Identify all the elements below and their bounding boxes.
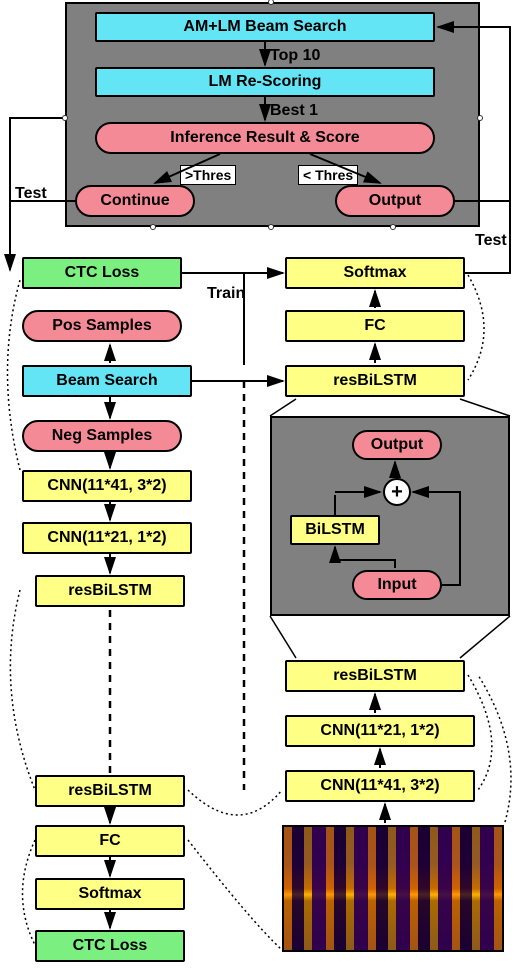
connector-dot: [150, 224, 156, 230]
test2-label: Test: [475, 232, 507, 250]
top10-label: Top 10: [270, 47, 320, 65]
cnn2-left-box: CNN(11*21, 1*2): [22, 522, 192, 554]
connector-dot: [62, 115, 68, 121]
cnn2-right-box: CNN(11*41, 3*2): [285, 770, 475, 802]
lm-rescoring-box: LM Re-Scoring: [95, 67, 435, 97]
test-label: Test: [15, 185, 47, 203]
fc-left-box: FC: [35, 825, 185, 857]
continue-box: Continue: [75, 185, 195, 217]
res-left1-box: resBiLSTM: [35, 575, 185, 607]
connector-dot: [477, 115, 483, 121]
res-right2-box: resBiLSTM: [285, 660, 465, 692]
bilstm-box: BiLSTM: [290, 515, 380, 545]
lt-thres-label: < Thres: [298, 165, 358, 185]
res-right1-box: resBiLSTM: [285, 365, 465, 397]
amlm-beam-search-box: AM+LM Beam Search: [95, 12, 435, 42]
cnn1-right-box: CNN(11*21, 1*2): [285, 715, 475, 747]
connector-dot: [390, 224, 396, 230]
fc-right-box: FC: [285, 310, 465, 342]
plus-icon: +: [391, 481, 403, 504]
neg-samples-box: Neg Samples: [22, 420, 182, 452]
inference-result-box: Inference Result & Score: [95, 122, 435, 154]
ctc1-box: CTC Loss: [22, 257, 182, 289]
softmax-left-box: Softmax: [35, 878, 185, 910]
pos-samples-box: Pos Samples: [22, 310, 182, 342]
best1-label: Best 1: [270, 102, 318, 120]
train-label: Train: [207, 285, 245, 303]
inner-input-box: Input: [352, 570, 442, 600]
output-top-box: Output: [335, 185, 455, 217]
ctc2-box: CTC Loss: [35, 930, 185, 962]
res-left2-box: resBiLSTM: [35, 775, 185, 807]
cnn1-left-box: CNN(11*41, 3*2): [22, 470, 192, 502]
gt-thres-label: >Thres: [180, 165, 236, 185]
connector-dot: [268, 224, 274, 230]
plus-node: +: [383, 478, 411, 506]
inner-output-box: Output: [352, 430, 442, 460]
softmax-right-box: Softmax: [285, 257, 465, 289]
beam-search-box: Beam Search: [22, 365, 192, 397]
spectrogram-image: [282, 825, 504, 952]
